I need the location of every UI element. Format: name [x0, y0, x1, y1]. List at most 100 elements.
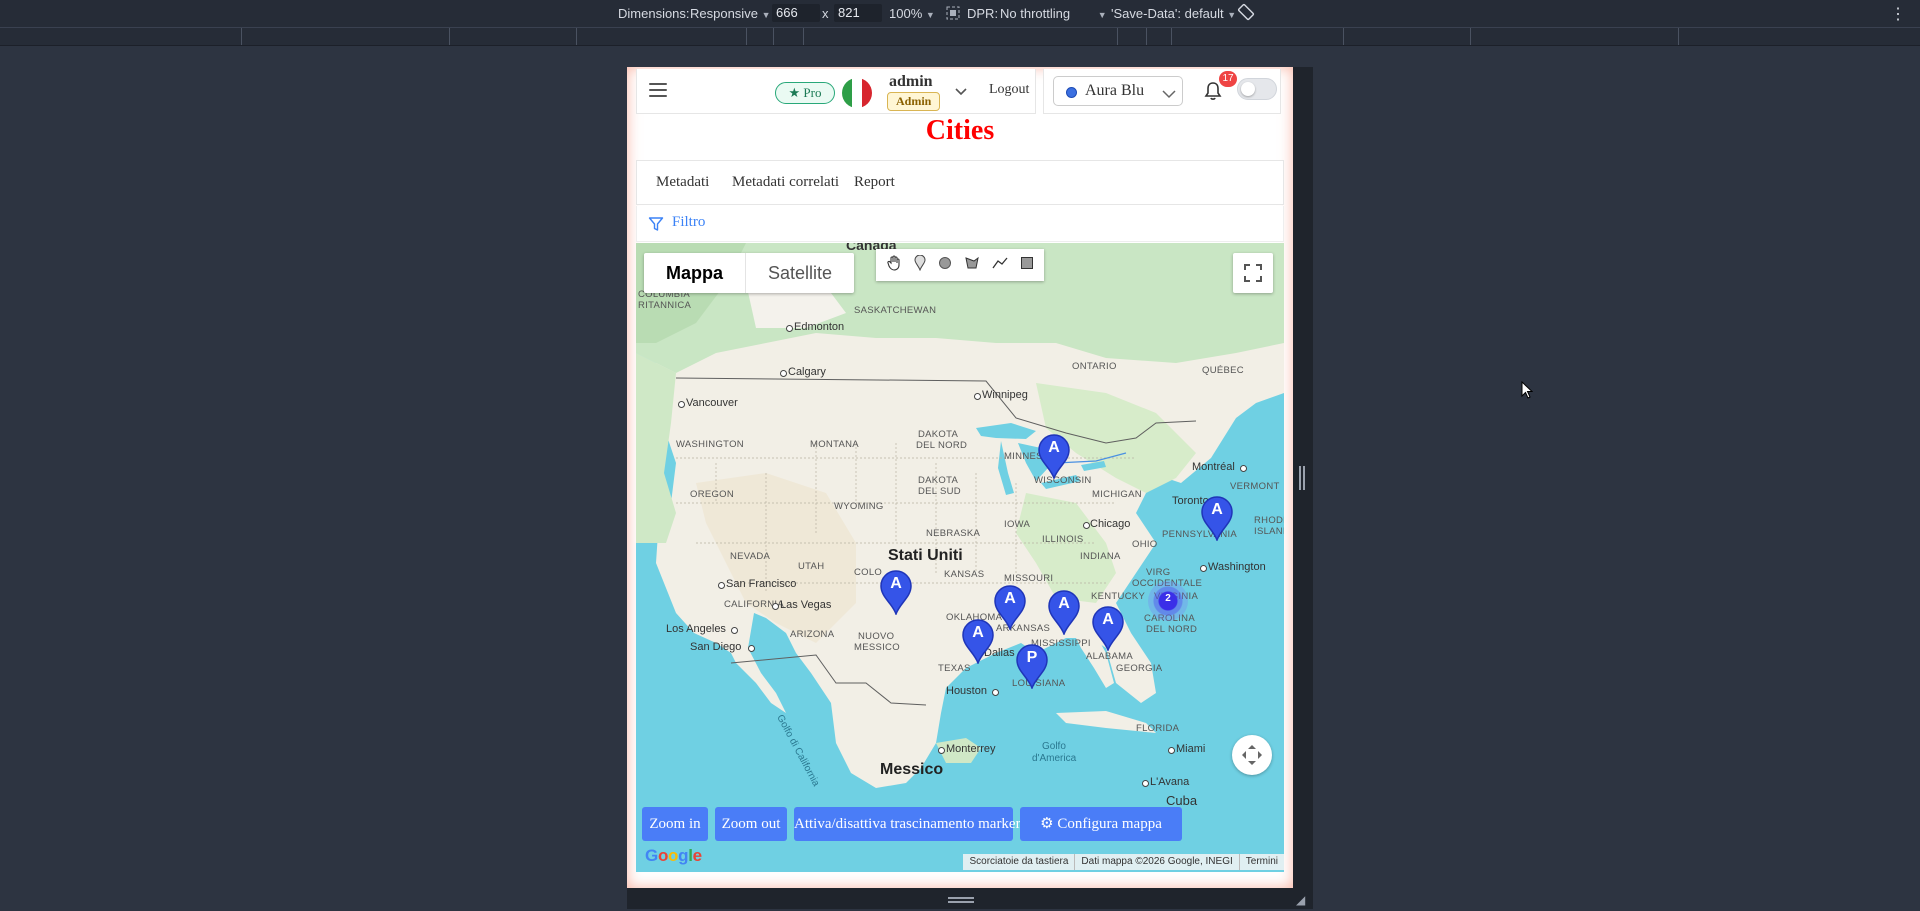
- italy-flag-icon[interactable]: [842, 78, 872, 108]
- label-cuba: Cuba: [1166, 793, 1198, 808]
- chevron-down-icon[interactable]: [955, 83, 967, 101]
- city-dot: [678, 401, 685, 408]
- label-ohio: OHIO: [1132, 539, 1158, 550]
- polyline-tool-icon[interactable]: [992, 256, 1008, 275]
- label-south-dakota-2: DEL SUD: [918, 486, 961, 497]
- role-badge: Admin: [887, 92, 941, 111]
- filter-label[interactable]: Filtro: [672, 214, 705, 231]
- tab-metadati[interactable]: Metadati: [656, 174, 709, 191]
- city-dot: [1200, 565, 1207, 572]
- label-calgary: Calgary: [788, 366, 826, 378]
- rotate-icon[interactable]: [1237, 3, 1255, 24]
- configure-map-button[interactable]: ⚙ Configura mappa: [1020, 807, 1182, 841]
- filter-icon[interactable]: [648, 216, 664, 237]
- label-texas: TEXAS: [938, 663, 971, 674]
- camera-control-button[interactable]: [1232, 735, 1272, 775]
- dimensions-mode-select[interactable]: Responsive ▼: [690, 6, 770, 21]
- more-options-icon[interactable]: ⋮: [1890, 4, 1906, 24]
- height-input[interactable]: 821: [834, 4, 882, 22]
- label-wyoming: WYOMING: [834, 501, 884, 512]
- rectangle-tool-icon[interactable]: [1020, 256, 1034, 275]
- resize-handle-bottom[interactable]: [948, 897, 974, 903]
- tab-bar: Metadati Metadati correlati Report: [636, 160, 1284, 205]
- tab-metadati-correlati[interactable]: Metadati correlati: [732, 174, 839, 191]
- dpr-label: DPR:: [967, 6, 999, 21]
- theme-select[interactable]: Aura Blu: [1053, 76, 1183, 106]
- mouse-cursor-icon: [1521, 380, 1534, 404]
- save-data-select[interactable]: 'Save-Data': default ▼: [1111, 6, 1236, 21]
- theme-label: Aura Blu: [1085, 82, 1145, 99]
- keyboard-shortcuts-link[interactable]: Scorciatoie da tastiera: [963, 854, 1074, 870]
- caret-down-icon: ▼: [761, 10, 771, 20]
- user-name[interactable]: admin: [889, 73, 933, 91]
- label-nuovo-2: MESSICO: [854, 642, 900, 653]
- star-icon: ★: [788, 85, 801, 100]
- circle-tool-icon[interactable]: [938, 256, 952, 275]
- map-marker[interactable]: A: [961, 618, 995, 666]
- map-type-satellite[interactable]: Satellite: [746, 253, 854, 293]
- logout-button[interactable]: Logout: [989, 82, 1029, 98]
- label-britannica: RITANNICA: [638, 300, 692, 311]
- menu-icon[interactable]: [649, 83, 667, 101]
- map-data-attribution: Dati mappa ©2026 Google, INEGI: [1074, 854, 1238, 870]
- gear-icon: ⚙: [1040, 816, 1054, 832]
- label-rhode-1: RHODE: [1254, 515, 1284, 526]
- pro-badge: ★ Pro: [775, 82, 835, 104]
- label-golfo-1: Golfo: [1042, 741, 1066, 752]
- bell-icon[interactable]: [1204, 81, 1222, 106]
- map-marker[interactable]: A: [879, 569, 913, 617]
- drawing-toolbar: [876, 249, 1044, 281]
- label-illinois: ILLINOIS: [1042, 534, 1084, 545]
- dimensions-label: Dimensions:: [618, 6, 690, 21]
- label-edmonton: Edmonton: [794, 321, 845, 333]
- label-utah: UTAH: [798, 561, 825, 572]
- city-dot: [772, 603, 779, 610]
- throttling-select[interactable]: No throttling ▼: [1000, 6, 1107, 21]
- label-miami: Miami: [1176, 743, 1206, 755]
- label-arizona: ARIZONA: [790, 629, 835, 640]
- map-marker[interactable]: A: [1047, 589, 1081, 637]
- label-south-dakota-1: DAKOTA: [918, 475, 959, 486]
- zoom-out-button[interactable]: Zoom out: [715, 807, 787, 841]
- map-marker[interactable]: A: [993, 584, 1027, 632]
- label-kentucky: KENTUCKY: [1091, 591, 1146, 602]
- dpr-icon: [946, 6, 960, 23]
- dark-mode-toggle[interactable]: [1237, 78, 1277, 100]
- map-marker[interactable]: A: [1200, 495, 1234, 543]
- tab-report[interactable]: Report: [854, 174, 895, 191]
- resize-handle-right[interactable]: [1299, 466, 1305, 490]
- resize-corner-icon[interactable]: ◢: [1296, 893, 1305, 907]
- label-lavana: L'Avana: [1150, 776, 1190, 788]
- label-virginia-occ-1: VIRG: [1146, 567, 1171, 578]
- map-marker[interactable]: P: [1015, 643, 1049, 691]
- label-san-diego: San Diego: [690, 641, 742, 653]
- city-dot: [780, 370, 787, 377]
- label-ontario: ONTARIO: [1072, 361, 1117, 372]
- zoom-select[interactable]: 100% ▼: [889, 6, 935, 21]
- zoom-in-button[interactable]: Zoom in: [642, 807, 708, 841]
- label-golfo-2: d'America: [1032, 753, 1077, 764]
- label-montreal: Montréal: [1192, 461, 1235, 473]
- caret-down-icon: ▼: [925, 10, 935, 20]
- width-input[interactable]: 666: [772, 4, 820, 22]
- hand-icon[interactable]: [886, 254, 902, 276]
- fullscreen-button[interactable]: [1233, 253, 1273, 293]
- marker-tool-icon[interactable]: [914, 254, 926, 276]
- map-canvas[interactable]: Canada COLUMBIA RITANNICA SASKATCHEWAN E…: [636, 243, 1284, 872]
- label-florida: FLORIDA: [1136, 723, 1180, 734]
- map-marker[interactable]: A: [1091, 605, 1125, 653]
- label-north-dakota-2: DEL NORD: [916, 440, 968, 451]
- polygon-tool-icon[interactable]: [964, 256, 980, 275]
- map-attribution: Scorciatoie da tastiera Dati mappa ©2026…: [963, 854, 1284, 870]
- marker-cluster[interactable]: 2: [1148, 581, 1188, 621]
- terms-link[interactable]: Termini: [1238, 854, 1284, 870]
- label-las-vegas: Las Vegas: [780, 599, 832, 611]
- label-nebraska: NEBRASKA: [926, 528, 981, 539]
- map-marker[interactable]: A: [1037, 433, 1071, 481]
- city-dot: [748, 645, 755, 652]
- toggle-marker-drag-button[interactable]: Attiva/disattiva trascinamento marker: [794, 807, 1021, 841]
- map-type-map[interactable]: Mappa: [644, 253, 747, 293]
- filter-bar[interactable]: Filtro: [636, 206, 1284, 242]
- city-dot: [718, 582, 725, 589]
- emulated-viewport: ★ Pro admin Admin Logout Aura Blu 17 Cit…: [627, 67, 1293, 888]
